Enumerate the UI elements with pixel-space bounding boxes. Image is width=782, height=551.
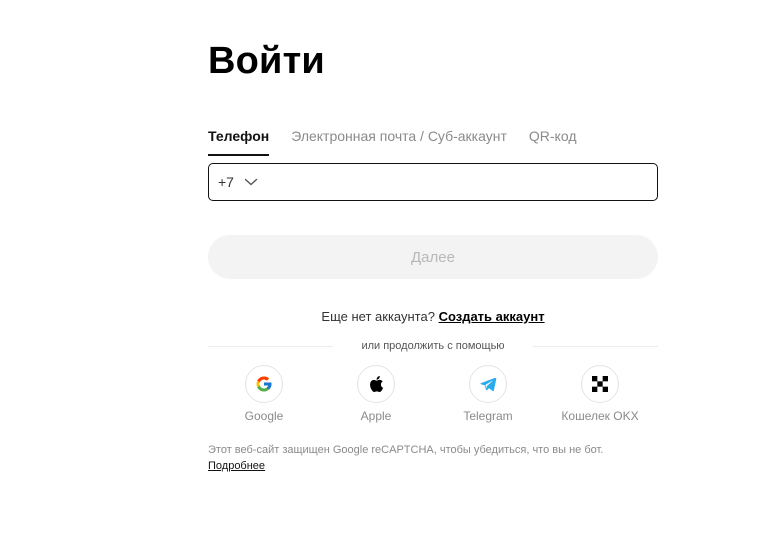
google-label: Google bbox=[244, 409, 284, 423]
login-page: Войти Телефон Электронная почта / Суб-ак… bbox=[0, 0, 782, 551]
google-login-button[interactable]: Google bbox=[208, 365, 320, 423]
social-login-options: Google Apple Telegram Кошелек OKX bbox=[208, 365, 658, 425]
continue-with-divider: или продолжить с помощью bbox=[208, 339, 659, 353]
telegram-icon bbox=[469, 365, 507, 403]
recaptcha-notice: Этот веб-сайт защищен Google reCAPTCHA, … bbox=[208, 443, 668, 474]
chevron-down-icon bbox=[243, 174, 259, 190]
page-title: Войти bbox=[208, 40, 325, 82]
telegram-login-button[interactable]: Telegram bbox=[432, 365, 544, 423]
phone-number-input[interactable] bbox=[262, 164, 657, 200]
tab-qr-code[interactable]: QR-код bbox=[529, 128, 577, 156]
apple-login-button[interactable]: Apple bbox=[320, 365, 432, 423]
okx-wallet-login-button[interactable]: Кошелек OKX bbox=[544, 365, 656, 423]
signup-prompt-row: Еще нет аккаунта? Создать аккаунт bbox=[208, 309, 658, 324]
apple-icon bbox=[357, 365, 395, 403]
divider-line-left bbox=[208, 345, 334, 347]
next-button[interactable]: Далее bbox=[208, 235, 658, 279]
login-method-tabs: Телефон Электронная почта / Суб-аккаунт … bbox=[208, 128, 598, 156]
phone-field: +7 bbox=[208, 163, 658, 201]
divider-line-right bbox=[532, 345, 659, 347]
create-account-link[interactable]: Создать аккаунт bbox=[439, 309, 545, 324]
tab-email-subaccount[interactable]: Электронная почта / Суб-аккаунт bbox=[291, 128, 507, 156]
google-icon bbox=[245, 365, 283, 403]
tab-phone[interactable]: Телефон bbox=[208, 128, 270, 156]
divider-text: или продолжить с помощью bbox=[361, 340, 505, 352]
apple-label: Apple bbox=[360, 409, 392, 423]
learn-more-link[interactable]: Подробнее bbox=[208, 459, 265, 474]
country-code: +7 bbox=[218, 174, 234, 190]
okx-wallet-icon bbox=[581, 365, 619, 403]
signup-prompt-text: Еще нет аккаунта? bbox=[321, 309, 435, 324]
telegram-label: Telegram bbox=[463, 409, 513, 423]
country-code-selector[interactable]: +7 bbox=[209, 164, 263, 200]
okx-wallet-label: Кошелек OKX bbox=[561, 409, 639, 423]
recaptcha-text: Этот веб-сайт защищен Google reCAPTCHA, … bbox=[208, 444, 604, 456]
